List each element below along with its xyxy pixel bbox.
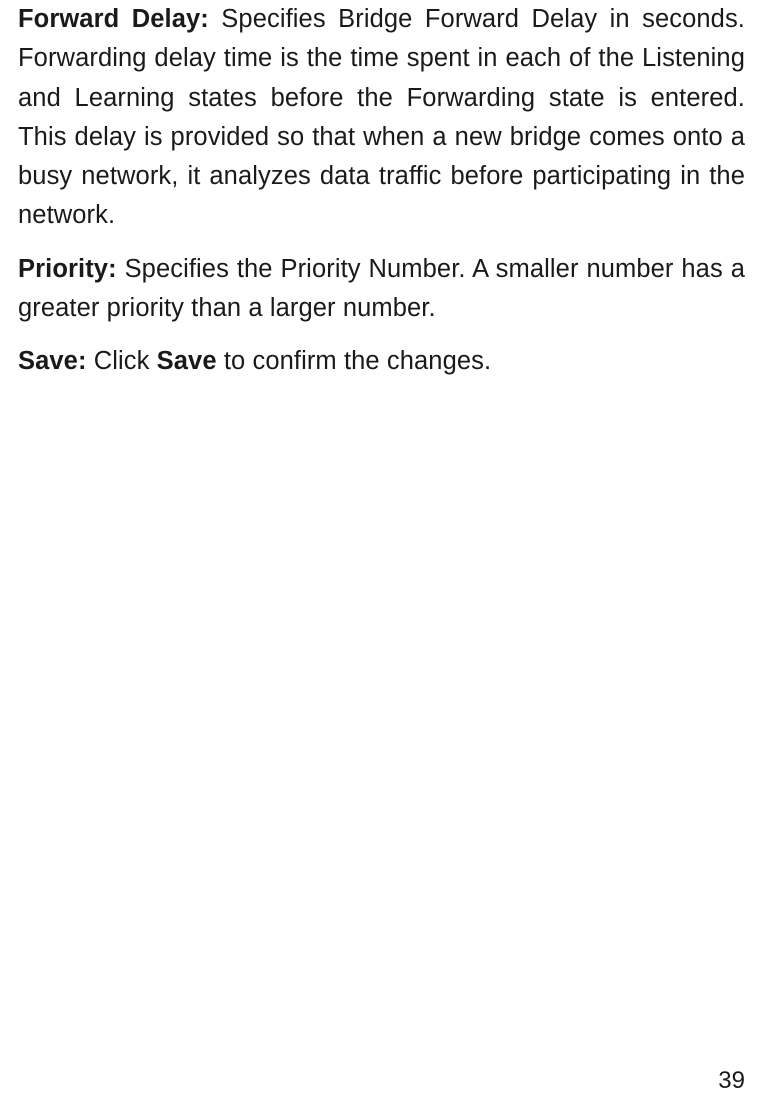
paragraph-forward-delay: Forward Delay: Specifies Bridge Forward … xyxy=(18,0,745,236)
paragraph-save: Save: Click Save to confirm the changes. xyxy=(18,342,745,381)
term-priority: Priority: xyxy=(18,255,117,283)
text-save-after: to confirm the changes. xyxy=(217,347,492,375)
text-forward-delay: Specifies Bridge Forward Delay in second… xyxy=(18,5,745,229)
paragraph-priority: Priority: Specifies the Priority Number.… xyxy=(18,250,745,329)
term-forward-delay: Forward Delay: xyxy=(18,5,209,33)
term-save: Save: xyxy=(18,347,87,375)
save-bold: Save xyxy=(157,347,217,375)
text-save-before: Click xyxy=(87,347,157,375)
page-number: 39 xyxy=(718,1067,745,1095)
document-content: Forward Delay: Specifies Bridge Forward … xyxy=(18,0,745,381)
text-priority: Specifies the Priority Number. A smaller… xyxy=(18,255,745,322)
